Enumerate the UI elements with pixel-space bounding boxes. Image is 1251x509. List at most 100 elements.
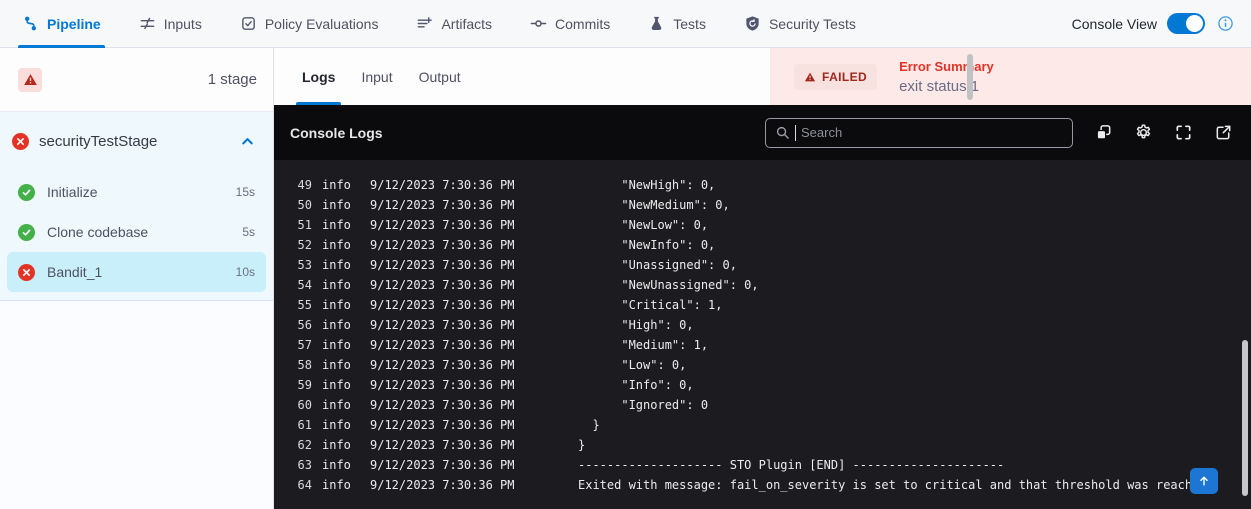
nav-tab-label: Inputs	[164, 16, 202, 32]
log-line-number: 62	[290, 435, 312, 455]
log-timestamp: 9/12/2023 7:30:36 PM	[370, 195, 518, 215]
warning-icon	[18, 68, 42, 92]
tab-output[interactable]: Output	[419, 48, 461, 105]
log-level: info	[322, 375, 358, 395]
detail-tabs-strip: LogsInputOutput FAILED Error Summary exi…	[274, 48, 1251, 105]
step-success-icon	[18, 224, 35, 241]
nav-tab-commits[interactable]: Commits	[530, 0, 610, 47]
log-line: 54 info 9/12/2023 7:30:36 PM "NewUnassig…	[290, 275, 1251, 295]
log-line-number: 55	[290, 295, 312, 315]
log-timestamp: 9/12/2023 7:30:36 PM	[370, 355, 518, 375]
log-line: 61 info 9/12/2023 7:30:36 PM }	[290, 415, 1251, 435]
console-toolbar	[1093, 123, 1233, 143]
console-view-toggle[interactable]	[1167, 13, 1205, 34]
log-level: info	[322, 355, 358, 375]
scroll-to-top-button[interactable]	[1190, 468, 1218, 494]
step-name: Clone codebase	[47, 224, 230, 240]
log-search-box[interactable]	[765, 118, 1073, 148]
step-row-initialize[interactable]: Initialize 15s	[7, 172, 266, 212]
log-line: 55 info 9/12/2023 7:30:36 PM "Critical":…	[290, 295, 1251, 315]
log-timestamp: 9/12/2023 7:30:36 PM	[370, 335, 518, 355]
step-row-clone-codebase[interactable]: Clone codebase 5s	[7, 212, 266, 252]
log-timestamp: 9/12/2023 7:30:36 PM	[370, 435, 518, 455]
nav-tab-label: Artifacts	[441, 16, 492, 32]
stage-section: securityTestStage Initialize 15s Clone c…	[0, 111, 273, 301]
log-level: info	[322, 315, 358, 335]
copy-logs-icon[interactable]	[1093, 123, 1113, 143]
stage-row[interactable]: securityTestStage	[0, 112, 273, 170]
inputs-icon	[139, 15, 156, 32]
log-settings-gear-icon[interactable]	[1133, 123, 1153, 143]
log-line: 64 info 9/12/2023 7:30:36 PM Exited with…	[290, 475, 1251, 495]
failed-warning-icon	[804, 71, 816, 83]
nav-tab-artifacts[interactable]: Artifacts	[416, 0, 492, 47]
log-scrollbar-thumb[interactable]	[1242, 340, 1248, 496]
error-summary-detail: exit status 1	[899, 78, 994, 95]
nav-tab-security-tests[interactable]: Security Tests	[744, 0, 856, 47]
top-navigation: Pipeline Inputs Policy Evaluations Artifact…	[0, 0, 1251, 48]
chevron-up-icon[interactable]	[237, 131, 257, 151]
log-message: -------------------- STO Plugin [END] --…	[578, 455, 1004, 475]
nav-tab-pipeline[interactable]: Pipeline	[22, 0, 101, 47]
nav-tab-tests[interactable]: Tests	[648, 0, 706, 47]
info-icon[interactable]	[1215, 14, 1235, 34]
log-level: info	[322, 295, 358, 315]
log-line-number: 54	[290, 275, 312, 295]
log-message: "Critical": 1,	[578, 295, 723, 315]
log-timestamp: 9/12/2023 7:30:36 PM	[370, 295, 518, 315]
console-log-output: 49 info 9/12/2023 7:30:36 PM "NewHigh": …	[274, 160, 1251, 509]
log-message: "NewMedium": 0,	[578, 195, 730, 215]
console-view-label: Console View	[1072, 16, 1157, 32]
log-level: info	[322, 455, 358, 475]
log-line-number: 57	[290, 335, 312, 355]
log-line: 52 info 9/12/2023 7:30:36 PM "NewInfo": …	[290, 235, 1251, 255]
stage-failed-icon	[12, 133, 29, 150]
step-duration: 15s	[236, 185, 255, 199]
tab-logs[interactable]: Logs	[302, 48, 335, 105]
log-line: 60 info 9/12/2023 7:30:36 PM "Ignored": …	[290, 395, 1251, 415]
step-row-bandit-1[interactable]: Bandit_1 10s	[7, 252, 266, 292]
log-timestamp: 9/12/2023 7:30:36 PM	[370, 315, 518, 335]
log-line: 50 info 9/12/2023 7:30:36 PM "NewMedium"…	[290, 195, 1251, 215]
fullscreen-icon[interactable]	[1173, 123, 1193, 143]
step-name: Initialize	[47, 184, 224, 200]
log-message: "Info": 0,	[578, 375, 694, 395]
log-line: 51 info 9/12/2023 7:30:36 PM "NewLow": 0…	[290, 215, 1251, 235]
log-line-number: 58	[290, 355, 312, 375]
open-external-icon[interactable]	[1213, 123, 1233, 143]
step-success-icon	[18, 184, 35, 201]
artifacts-icon	[416, 15, 433, 32]
log-level: info	[322, 395, 358, 415]
log-line-number: 53	[290, 255, 312, 275]
log-message: }	[578, 415, 600, 435]
security-tests-icon	[744, 15, 761, 32]
nav-tab-inputs[interactable]: Inputs	[139, 0, 202, 47]
pipeline-icon	[22, 15, 39, 32]
log-line: 56 info 9/12/2023 7:30:36 PM "High": 0,	[290, 315, 1251, 335]
log-line: 63 info 9/12/2023 7:30:36 PM -----------…	[290, 455, 1251, 475]
console-logs-title: Console Logs	[290, 125, 383, 141]
nav-tab-policy-evaluations[interactable]: Policy Evaluations	[240, 0, 379, 47]
main-panel: LogsInputOutput FAILED Error Summary exi…	[274, 48, 1251, 509]
log-line-number: 61	[290, 415, 312, 435]
log-search-input[interactable]	[801, 125, 1063, 140]
log-message: "Medium": 1,	[578, 335, 708, 355]
log-timestamp: 9/12/2023 7:30:36 PM	[370, 375, 518, 395]
error-area-scrollbar[interactable]	[967, 54, 973, 100]
log-timestamp: 9/12/2023 7:30:36 PM	[370, 415, 518, 435]
log-line: 49 info 9/12/2023 7:30:36 PM "NewHigh": …	[290, 175, 1251, 195]
log-message: "NewUnassigned": 0,	[578, 275, 759, 295]
log-timestamp: 9/12/2023 7:30:36 PM	[370, 395, 518, 415]
step-list: Initialize 15s Clone codebase 5s Bandit_…	[0, 170, 273, 292]
log-message: "High": 0,	[578, 315, 694, 335]
nav-tab-label: Pipeline	[47, 16, 101, 32]
log-level: info	[322, 195, 358, 215]
log-timestamp: 9/12/2023 7:30:36 PM	[370, 275, 518, 295]
tests-icon	[648, 15, 665, 32]
tab-input[interactable]: Input	[361, 48, 392, 105]
log-message: "NewLow": 0,	[578, 215, 708, 235]
nav-tab-label: Policy Evaluations	[265, 16, 379, 32]
log-level: info	[322, 435, 358, 455]
search-icon	[775, 125, 790, 140]
log-line-number: 60	[290, 395, 312, 415]
